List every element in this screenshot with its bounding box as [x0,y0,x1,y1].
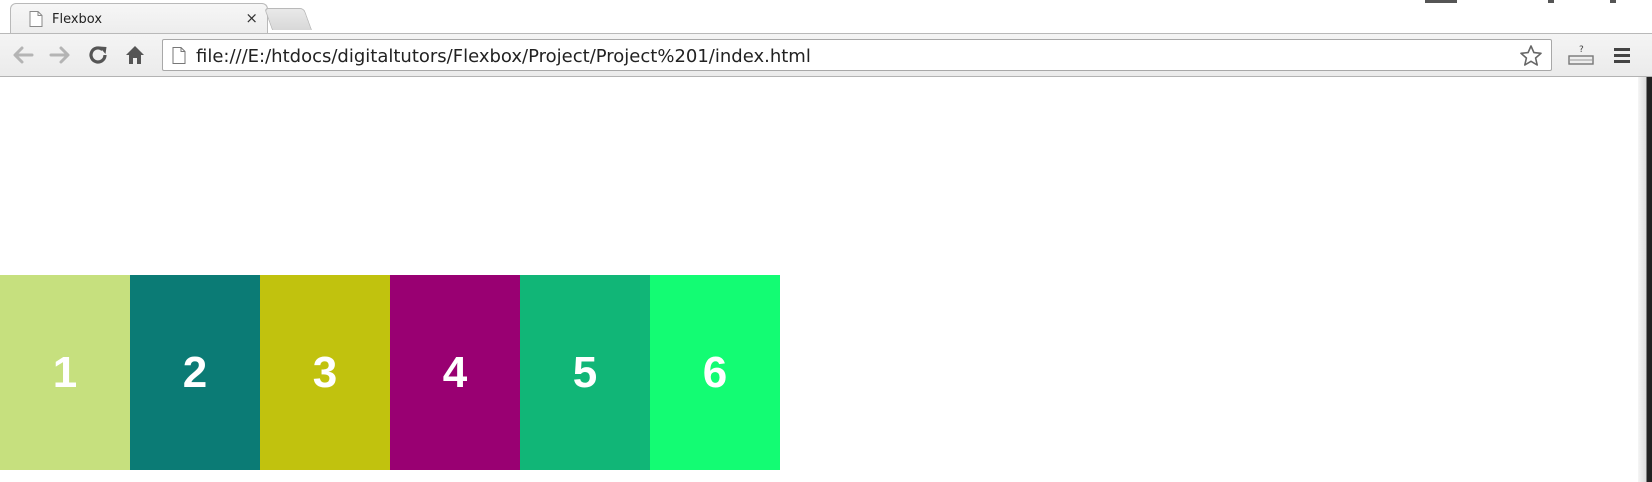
browser-toolbar: file:///E:/htdocs/digitaltutors/Flexbox/… [0,33,1652,77]
reload-icon [89,46,107,64]
flex-item-4: 4 [390,275,520,470]
minimize-control[interactable] [1425,0,1457,3]
tab-strip: Flexbox × [0,0,1652,33]
hamburger-menu-icon [1614,48,1630,63]
svg-text:?: ? [1579,45,1584,55]
menu-button[interactable] [1609,42,1635,68]
extension-icon: ? [1568,45,1594,65]
address-bar[interactable]: file:///E:/htdocs/digitaltutors/Flexbox/… [162,39,1552,71]
back-button[interactable] [10,42,36,68]
flex-item-1: 1 [0,275,130,470]
flex-item-3: 3 [260,275,390,470]
back-arrow-icon [13,46,34,64]
page-icon [172,47,186,64]
browser-window: Flexbox × file:///E:/htdocs/digitaltutor… [0,0,1652,482]
page-viewport: 123456 [0,77,1638,482]
page-favicon-icon [29,11,43,27]
tab-close-icon[interactable]: × [245,9,258,27]
home-icon [126,46,144,64]
flex-item-2: 2 [130,275,260,470]
star-icon[interactable] [1519,44,1543,68]
window-edge [1638,77,1652,482]
forward-button[interactable] [47,42,73,68]
url-text[interactable]: file:///E:/htdocs/digitaltutors/Flexbox/… [196,46,811,67]
home-button[interactable] [122,42,148,68]
tab-title: Flexbox [52,12,103,27]
forward-arrow-icon [49,46,70,64]
flex-item-6: 6 [650,275,780,470]
reload-button[interactable] [85,42,111,68]
flex-item-5: 5 [520,275,650,470]
tab-flexbox[interactable]: Flexbox × [10,3,268,33]
new-tab-button[interactable] [263,8,313,30]
maximize-control[interactable] [1548,0,1554,3]
close-window-control[interactable] [1610,0,1616,3]
flex-container: 123456 [0,275,780,470]
extension-button[interactable]: ? [1568,42,1594,68]
